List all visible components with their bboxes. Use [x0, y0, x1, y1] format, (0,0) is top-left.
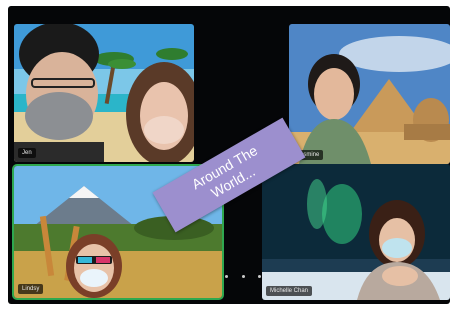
desert-background — [289, 24, 450, 164]
video-call-window: Jen Jasmine Lindsy Michelle Chan Around … — [8, 6, 450, 304]
participant-name: Michelle Chan — [266, 286, 313, 296]
participant-name: Jen — [18, 148, 36, 158]
dot-icon — [258, 274, 261, 278]
dot-icon — [225, 274, 228, 278]
participant-name: Lindsy — [18, 284, 44, 294]
beach-background — [14, 24, 194, 162]
more-participants-indicator[interactable] — [225, 272, 261, 280]
video-tile-jen[interactable]: Jen — [14, 24, 194, 162]
video-tile-michelle-chan[interactable]: Michelle Chan — [262, 164, 450, 300]
aurora-background — [262, 164, 450, 300]
video-tile-jasmine[interactable]: Jasmine — [289, 24, 450, 164]
dot-icon — [241, 274, 245, 278]
